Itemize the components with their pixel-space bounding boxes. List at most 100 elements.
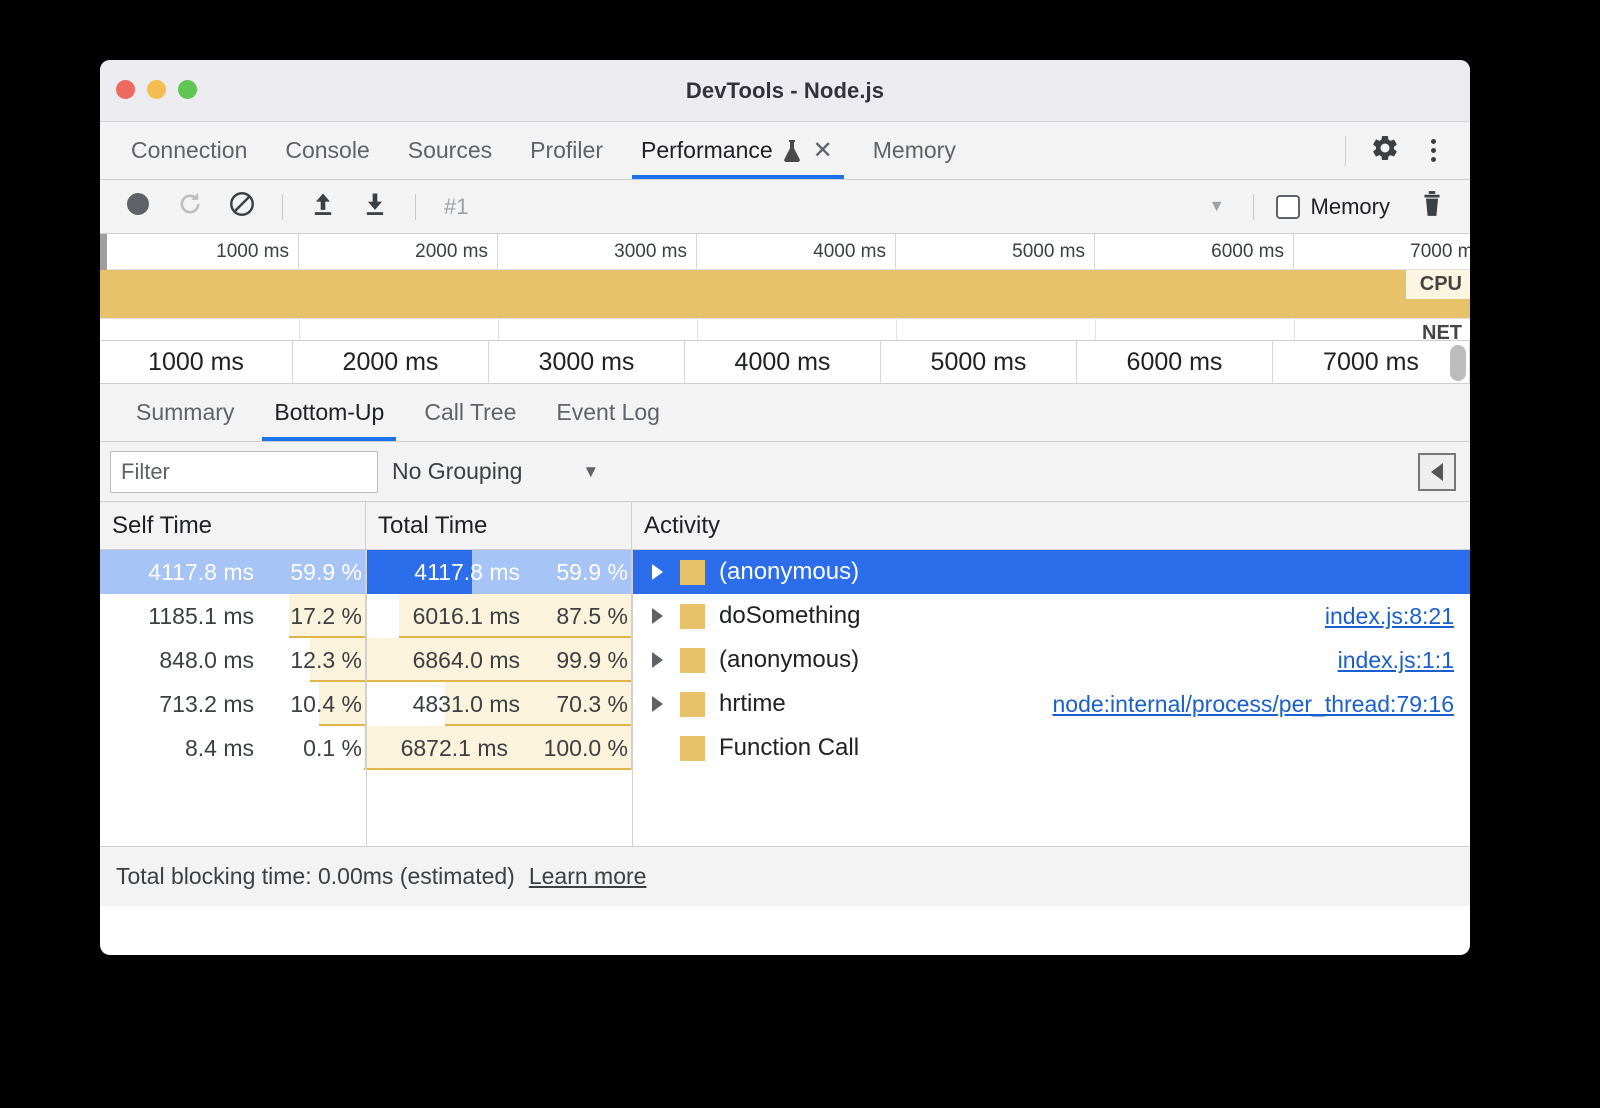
timeline-overview[interactable]: 1000 ms 2000 ms 3000 ms 4000 ms 5000 ms … bbox=[100, 234, 1470, 384]
learn-more-link[interactable]: Learn more bbox=[529, 863, 647, 890]
self-time-bar bbox=[364, 726, 365, 770]
search-input[interactable] bbox=[110, 451, 378, 493]
table-row[interactable]: 848.0 ms12.3 % 6864.0 ms99.9 % (anonymou… bbox=[100, 638, 1470, 682]
memory-checkbox-group[interactable]: Memory bbox=[1276, 194, 1390, 220]
collapse-sidebar-icon bbox=[1431, 463, 1443, 481]
cpu-overview-band[interactable]: CPU bbox=[100, 270, 1470, 318]
column-header-activity[interactable]: Activity bbox=[632, 502, 1470, 549]
activity-name: (anonymous) bbox=[719, 646, 859, 674]
expand-triangle-icon[interactable] bbox=[644, 696, 670, 712]
tab-console[interactable]: Console bbox=[266, 122, 388, 179]
total-time-pct: 59.9 % bbox=[530, 559, 628, 586]
minimize-window-button[interactable] bbox=[147, 80, 166, 99]
delete-recording-button[interactable] bbox=[1408, 187, 1456, 227]
tree-filter-toolbar: No Grouping ▼ bbox=[100, 442, 1470, 502]
clear-prohibited-icon bbox=[228, 190, 256, 223]
ruler-tick: 1000 ms bbox=[100, 341, 293, 383]
reload-and-record-button[interactable] bbox=[166, 187, 214, 227]
record-circle-icon bbox=[125, 191, 151, 222]
ruler-tick: 7000 ms bbox=[1273, 341, 1470, 383]
overview-scrollbar-thumb[interactable] bbox=[1450, 345, 1466, 381]
cell-activity: doSomething index.js:8:21 bbox=[632, 594, 1470, 638]
toolbar-divider bbox=[415, 194, 416, 220]
column-header-total-time[interactable]: Total Time bbox=[366, 502, 632, 549]
gear-icon bbox=[1370, 133, 1400, 168]
tab-summary[interactable]: Summary bbox=[116, 384, 254, 441]
profile-selector-label[interactable]: #1 bbox=[444, 194, 468, 220]
tab-connection[interactable]: Connection bbox=[112, 122, 266, 179]
ruler-tick: 7000 ms bbox=[1294, 234, 1470, 269]
experiment-flask-icon bbox=[782, 138, 802, 164]
total-time-pct: 87.5 % bbox=[530, 603, 628, 630]
collapse-sidebar-button[interactable] bbox=[1418, 453, 1456, 491]
tab-close-icon[interactable]: ✕ bbox=[811, 139, 835, 163]
tab-call-tree[interactable]: Call Tree bbox=[404, 384, 536, 441]
activity-name: doSomething bbox=[719, 602, 860, 630]
bottom-up-tree: Self Time Total Time Activity 4117.8 ms 5… bbox=[100, 502, 1470, 846]
cell-activity: hrtime node:internal/process/per_thread:… bbox=[632, 682, 1470, 726]
total-time-pct: 99.9 % bbox=[530, 647, 628, 674]
tab-label: Memory bbox=[873, 137, 956, 164]
activity-color-swatch bbox=[680, 736, 705, 761]
settings-button[interactable] bbox=[1364, 130, 1406, 172]
cell-self-time: 4117.8 ms59.9 % bbox=[100, 550, 366, 594]
table-row[interactable]: 1185.1 ms17.2 % 6016.1 ms87.5 % doSometh… bbox=[100, 594, 1470, 638]
table-row[interactable]: 8.4 ms0.1 % 6872.1 ms100.0 % Function Ca… bbox=[100, 726, 1470, 770]
maximize-window-button[interactable] bbox=[178, 80, 197, 99]
record-button[interactable] bbox=[114, 187, 162, 227]
expand-triangle-icon[interactable] bbox=[644, 652, 670, 668]
net-overview-band[interactable]: NET bbox=[100, 318, 1470, 340]
reload-icon bbox=[176, 190, 204, 223]
table-row[interactable]: 713.2 ms10.4 % 4831.0 ms70.3 % hrtime no… bbox=[100, 682, 1470, 726]
close-window-button[interactable] bbox=[116, 80, 135, 99]
column-header-self-time[interactable]: Self Time bbox=[100, 502, 366, 549]
total-time-ms: 4117.8 ms bbox=[414, 559, 520, 586]
trash-icon bbox=[1419, 190, 1445, 223]
more-options-button[interactable] bbox=[1412, 130, 1454, 172]
chevron-down-icon: ▼ bbox=[582, 462, 599, 482]
devtools-window: DevTools - Node.js Connection Console So… bbox=[100, 60, 1470, 955]
source-link[interactable]: node:internal/process/per_thread:79:16 bbox=[1052, 691, 1454, 718]
total-time-ms: 6016.1 ms bbox=[413, 603, 520, 630]
save-profile-button[interactable] bbox=[351, 187, 399, 227]
tab-sources[interactable]: Sources bbox=[389, 122, 511, 179]
total-blocking-time-text: Total blocking time: 0.00ms (estimated) bbox=[116, 863, 515, 890]
load-profile-button[interactable] bbox=[299, 187, 347, 227]
memory-checkbox[interactable] bbox=[1276, 195, 1300, 219]
ruler-tick: 3000 ms bbox=[498, 234, 697, 269]
download-profile-icon bbox=[361, 190, 389, 223]
tab-bottom-up[interactable]: Bottom-Up bbox=[254, 384, 404, 441]
self-time-ms: 848.0 ms bbox=[159, 647, 254, 674]
cell-activity: (anonymous) index.js:1:1 bbox=[632, 638, 1470, 682]
tab-event-log[interactable]: Event Log bbox=[536, 384, 680, 441]
performance-toolbar: #1 ▼ Memory bbox=[100, 180, 1470, 234]
grouping-dropdown[interactable]: No Grouping ▼ bbox=[392, 458, 599, 485]
cell-total-time: 6864.0 ms99.9 % bbox=[366, 638, 632, 682]
activity-color-swatch bbox=[680, 604, 705, 629]
expand-triangle-icon[interactable] bbox=[644, 564, 670, 580]
toolbar-divider bbox=[282, 194, 283, 220]
cell-total-time: 4117.8 ms 59.9 % bbox=[366, 550, 632, 594]
table-row[interactable]: 4117.8 ms59.9 % 4117.8 ms59.9 % (anonymo… bbox=[100, 550, 1470, 594]
ruler-tick: 2000 ms bbox=[293, 341, 489, 383]
tab-label: Console bbox=[285, 137, 369, 164]
clear-recording-button[interactable] bbox=[218, 187, 266, 227]
tab-memory[interactable]: Memory bbox=[854, 122, 975, 179]
upload-profile-icon bbox=[309, 190, 337, 223]
overview-ruler-bottom: 1000 ms 2000 ms 3000 ms 4000 ms 5000 ms … bbox=[100, 340, 1470, 384]
detail-view-tabbar: Summary Bottom-Up Call Tree Event Log bbox=[100, 384, 1470, 442]
tab-profiler[interactable]: Profiler bbox=[511, 122, 622, 179]
ruler-tick: 2000 ms bbox=[299, 234, 498, 269]
tab-label: Call Tree bbox=[424, 399, 516, 426]
memory-label: Memory bbox=[1311, 194, 1390, 220]
ruler-tick: 1000 ms bbox=[100, 234, 299, 269]
profile-dropdown-caret-icon[interactable]: ▼ bbox=[1197, 198, 1237, 216]
window-traffic-lights bbox=[116, 80, 197, 99]
expand-triangle-icon[interactable] bbox=[644, 608, 670, 624]
ruler-tick: 3000 ms bbox=[489, 341, 685, 383]
source-link[interactable]: index.js:8:21 bbox=[1325, 603, 1454, 630]
tab-performance[interactable]: Performance ✕ bbox=[622, 122, 854, 179]
source-link[interactable]: index.js:1:1 bbox=[1338, 647, 1454, 674]
self-time-pct: 59.9 % bbox=[264, 559, 362, 586]
cell-activity: (anonymous) bbox=[632, 550, 1470, 594]
